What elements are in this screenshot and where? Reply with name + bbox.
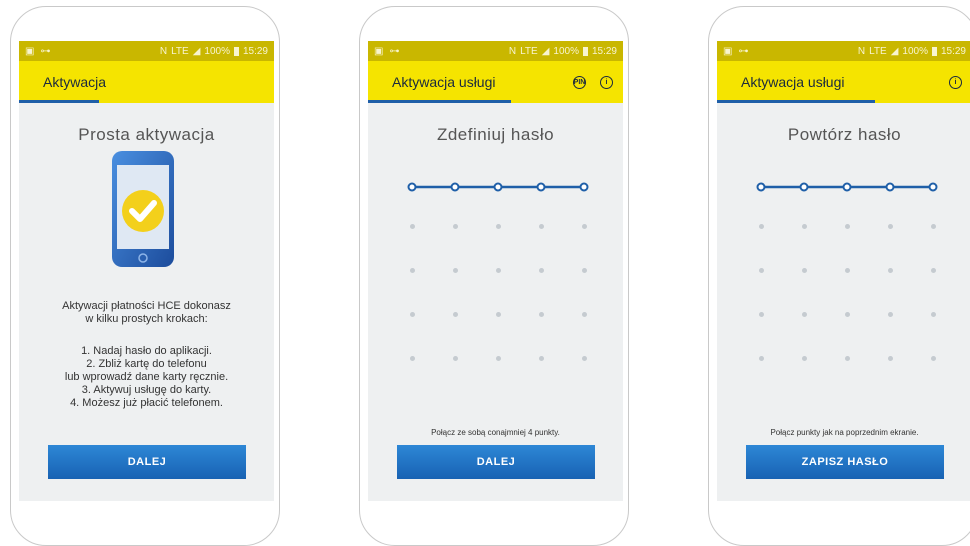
- battery-icon: [233, 46, 239, 56]
- pattern-dot[interactable]: [539, 268, 544, 273]
- battery-percent: 100%: [204, 45, 230, 57]
- intro-line-1: Aktywacji płatności HCE dokonasz: [62, 300, 231, 312]
- screen-activation: ▣ ⊶ N LTE ◢ 100% 15:29 Aktywacja Prosta …: [19, 41, 274, 501]
- pattern-dot[interactable]: [453, 312, 458, 317]
- key-icon: ⊶: [40, 45, 51, 57]
- pattern-dot[interactable]: [888, 268, 893, 273]
- pattern-grid[interactable]: [368, 41, 623, 371]
- pattern-dot[interactable]: [845, 224, 850, 229]
- pattern-dot[interactable]: [759, 268, 764, 273]
- pattern-dot[interactable]: [759, 224, 764, 229]
- step-3: 3. Aktywuj usługę do karty.: [81, 384, 212, 396]
- pattern-dot[interactable]: [931, 224, 936, 229]
- pattern-node: [579, 182, 589, 192]
- pattern-node: [450, 182, 460, 192]
- pattern-dot[interactable]: [931, 312, 936, 317]
- network-label: LTE: [171, 45, 189, 57]
- next-button[interactable]: DALEJ: [397, 445, 595, 479]
- pattern-dot[interactable]: [582, 224, 587, 229]
- pattern-node: [799, 182, 809, 192]
- pattern-dot[interactable]: [410, 356, 415, 361]
- pattern-dot[interactable]: [802, 224, 807, 229]
- pattern-dot[interactable]: [539, 312, 544, 317]
- pattern-hint: Połącz punkty jak na poprzednim ekranie.: [770, 428, 919, 437]
- screen-repeat-password: ▣ ⊶ N LTE ◢ 100% 15:29 Aktywacja usługi …: [717, 41, 970, 501]
- pattern-dot[interactable]: [582, 312, 587, 317]
- pattern-node: [493, 182, 503, 192]
- pattern-line: [756, 182, 938, 192]
- pattern-dot[interactable]: [802, 356, 807, 361]
- pattern-node: [756, 182, 766, 192]
- next-button[interactable]: DALEJ: [48, 445, 246, 479]
- progress-indicator: [19, 100, 99, 103]
- clock: 15:29: [242, 45, 268, 57]
- app-bar: Aktywacja: [19, 61, 274, 103]
- pattern-dot[interactable]: [496, 268, 501, 273]
- pattern-node: [885, 182, 895, 192]
- pattern-dot[interactable]: [539, 356, 544, 361]
- step-1: 1. Nadaj hasło do aplikacji.: [81, 345, 212, 357]
- pattern-dot[interactable]: [410, 224, 415, 229]
- pattern-dot[interactable]: [496, 224, 501, 229]
- phone-frame-1: ▣ ⊶ N LTE ◢ 100% 15:29 Aktywacja Prosta …: [10, 6, 280, 546]
- pattern-dot[interactable]: [802, 312, 807, 317]
- signal-icon: ◢: [192, 45, 201, 57]
- pattern-dot[interactable]: [410, 268, 415, 273]
- pattern-node: [842, 182, 852, 192]
- pattern-hint: Połącz ze sobą conajmniej 4 punkty.: [431, 428, 560, 437]
- pattern-dot[interactable]: [410, 312, 415, 317]
- intro-text: Aktywacji płatności HCE dokonasz w kilku…: [19, 300, 274, 326]
- pattern-dot[interactable]: [453, 356, 458, 361]
- pattern-dot[interactable]: [888, 356, 893, 361]
- pattern-dot[interactable]: [539, 224, 544, 229]
- intro-line-2: w kilku prostych krokach:: [85, 313, 208, 325]
- step-2-cont: lub wprowadź dane karty ręcznie.: [64, 371, 229, 383]
- pattern-dot[interactable]: [582, 268, 587, 273]
- phone-check-illustration: [112, 151, 174, 267]
- pattern-dot[interactable]: [759, 356, 764, 361]
- pattern-dot[interactable]: [496, 312, 501, 317]
- screen-define-password: ▣ ⊶ N LTE ◢ 100% 15:29 Aktywacja usługi …: [368, 41, 623, 501]
- app-title: Aktywacja: [43, 74, 107, 90]
- pattern-dot[interactable]: [888, 312, 893, 317]
- step-2: 2. Zbliż kartę do telefonu: [86, 358, 207, 370]
- nfc-icon: N: [159, 45, 168, 57]
- pattern-dot[interactable]: [802, 268, 807, 273]
- page-heading: Prosta aktywacja: [78, 125, 215, 144]
- pattern-dot[interactable]: [759, 312, 764, 317]
- pattern-dot[interactable]: [931, 268, 936, 273]
- pattern-dot[interactable]: [931, 356, 936, 361]
- pattern-node: [536, 182, 546, 192]
- pattern-dot[interactable]: [453, 268, 458, 273]
- pattern-dot[interactable]: [453, 224, 458, 229]
- pattern-dot[interactable]: [582, 356, 587, 361]
- pattern-node: [407, 182, 417, 192]
- phone-frame-3: ▣ ⊶ N LTE ◢ 100% 15:29 Aktywacja usługi …: [708, 6, 970, 546]
- pattern-dot[interactable]: [496, 356, 501, 361]
- phone-frame-2: ▣ ⊶ N LTE ◢ 100% 15:29 Aktywacja usługi …: [359, 6, 629, 546]
- pattern-line: [407, 182, 589, 192]
- gallery-icon: ▣: [25, 45, 35, 57]
- pattern-dot[interactable]: [845, 356, 850, 361]
- step-4: 4. Możesz już płacić telefonem.: [70, 397, 223, 409]
- save-password-button[interactable]: ZAPISZ HASŁO: [746, 445, 944, 479]
- pattern-grid[interactable]: [717, 41, 970, 371]
- steps-list: 1. Nadaj hasło do aplikacji. 2. Zbliż ka…: [19, 345, 274, 410]
- pattern-node: [928, 182, 938, 192]
- status-bar: ▣ ⊶ N LTE ◢ 100% 15:29: [19, 41, 274, 61]
- pattern-dot[interactable]: [845, 268, 850, 273]
- pattern-dot[interactable]: [845, 312, 850, 317]
- pattern-dot[interactable]: [888, 224, 893, 229]
